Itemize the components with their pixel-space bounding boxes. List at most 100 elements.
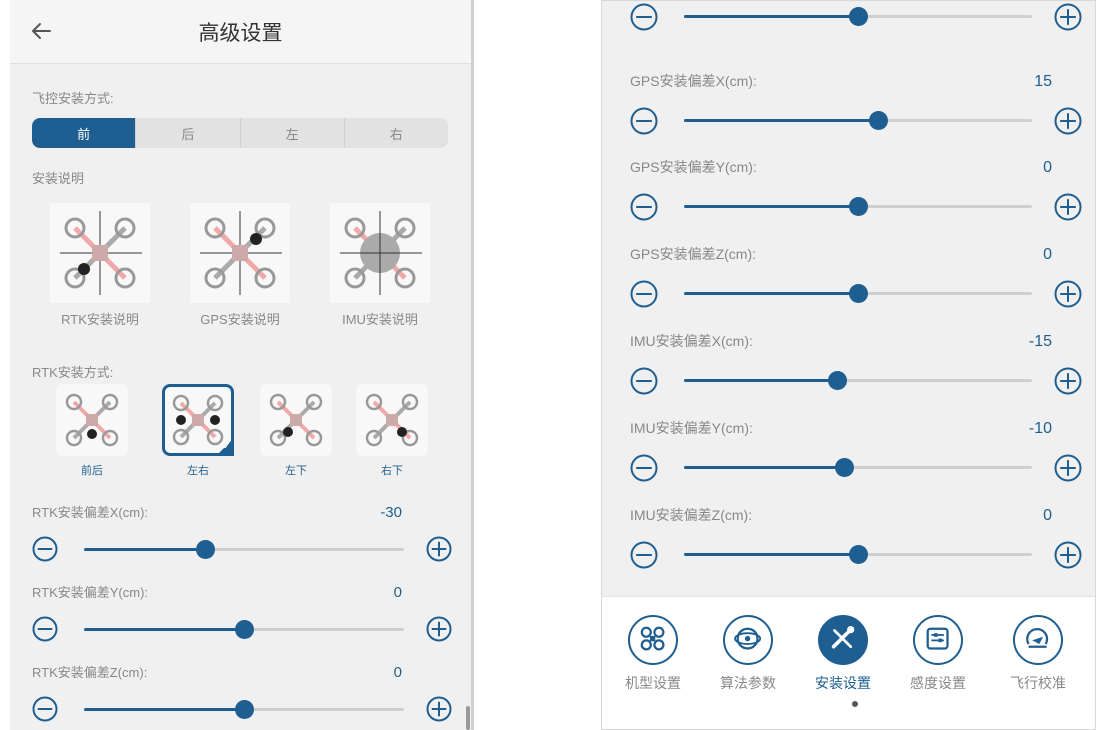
calibration-icon <box>1013 615 1063 665</box>
fc-mount-segmented-control: 前 后 左 右 <box>32 118 448 148</box>
imu-offset-x-label: IMU安装偏差X(cm): <box>630 333 753 349</box>
gps-offset-x-control <box>630 105 1082 135</box>
minus-button[interactable] <box>630 193 658 221</box>
tab-flight-calibration[interactable]: 飞行校准 <box>993 615 1083 693</box>
slider-thumb[interactable] <box>827 371 847 390</box>
rtk-offset-y-value: 0 <box>393 584 402 601</box>
imu-offset-x-slider: IMU安装偏差X(cm): -15 <box>630 331 1082 417</box>
slider-thumb[interactable] <box>234 700 254 719</box>
plus-button[interactable] <box>1054 367 1082 395</box>
rtk-offset-y-label: RTK安装偏差Y(cm): <box>32 585 149 600</box>
minus-button[interactable] <box>32 616 58 642</box>
checkmark-icon: ✓ <box>222 441 231 452</box>
plus-button[interactable] <box>1054 541 1082 569</box>
slider-thumb[interactable] <box>848 284 868 303</box>
gps-offset-x-slider: GPS安装偏差X(cm): 15 <box>630 71 1082 157</box>
fc-mount-label: 飞控安装方式: <box>32 91 114 106</box>
imu-offset-x-value: -15 <box>1028 333 1052 350</box>
minus-button[interactable] <box>630 367 658 395</box>
plus-button[interactable] <box>1054 107 1082 135</box>
tab-airframe-settings[interactable]: 机型设置 <box>608 615 698 693</box>
minus-button[interactable] <box>32 536 58 562</box>
rtk-offset-z-control <box>32 694 452 724</box>
slider-fill <box>684 119 879 122</box>
slider-fill <box>684 379 838 382</box>
plus-button[interactable] <box>1054 454 1082 482</box>
guide-label: 安装说明 <box>32 171 85 186</box>
gps-guide-image <box>190 203 290 303</box>
plus-button[interactable] <box>426 536 452 562</box>
rtk-mount-lower-right[interactable]: 右下 <box>356 384 428 478</box>
imu-offset-z-control <box>630 539 1082 569</box>
gps-offset-x-label: GPS安装偏差X(cm): <box>630 73 757 89</box>
fc-mount-option-back[interactable]: 后 <box>136 118 241 148</box>
minus-button[interactable] <box>630 3 658 31</box>
rtk-guide-card[interactable]: RTK安装说明 <box>50 203 150 328</box>
imu-guide-card[interactable]: IMU安装说明 <box>330 203 430 328</box>
rtk-offset-x-label: RTK安装偏差X(cm): <box>32 505 149 520</box>
rtk-offset-y-slider: RTK安装偏差Y(cm): 0 <box>32 582 452 662</box>
rtk-mount-left-right[interactable]: ✓ 左右 <box>162 384 234 478</box>
plus-button[interactable] <box>1054 193 1082 221</box>
rtk-mount-lower-left-image <box>260 384 332 456</box>
minus-button[interactable] <box>32 696 58 722</box>
slider-fill <box>684 466 845 469</box>
plus-button[interactable] <box>1054 3 1082 31</box>
tab-algorithm-label: 算法参数 <box>720 675 776 691</box>
header-bar: 高级设置 <box>10 0 471 64</box>
slider-fill <box>84 548 206 551</box>
rtk-offset-x-value: -30 <box>380 504 402 521</box>
gps-offset-y-control <box>630 191 1082 221</box>
plus-button[interactable] <box>426 616 452 642</box>
slider-thumb[interactable] <box>848 7 868 26</box>
slider-thumb[interactable] <box>834 458 854 477</box>
gps-offset-y-label: GPS安装偏差Y(cm): <box>630 159 757 175</box>
slider-thumb[interactable] <box>848 197 868 216</box>
slider-fill <box>84 628 244 631</box>
imu-offset-y-value: -10 <box>1028 420 1052 437</box>
rtk-offset-z-value: 0 <box>393 664 402 681</box>
minus-button[interactable] <box>630 541 658 569</box>
rtk-mount-front-back-caption: 前后 <box>81 465 103 477</box>
imu-guide-caption: IMU安装说明 <box>342 312 418 327</box>
fc-mount-option-left[interactable]: 左 <box>241 118 345 148</box>
slider-thumb[interactable] <box>848 545 868 564</box>
slider-fill <box>684 15 858 18</box>
imu-offset-z-value: 0 <box>1043 507 1052 524</box>
gps-guide-card[interactable]: GPS安装说明 <box>190 203 290 328</box>
bottom-tab-bar: 机型设置 算法参数 安装设置 感度设置 飞行校准 <box>602 596 1095 729</box>
slider-fill <box>684 205 858 208</box>
fc-mount-option-right[interactable]: 右 <box>345 118 448 148</box>
tab-install-settings[interactable]: 安装设置 <box>798 615 888 693</box>
minus-button[interactable] <box>630 107 658 135</box>
plus-button[interactable] <box>1054 280 1082 308</box>
rtk-guide-image <box>50 203 150 303</box>
imu-offset-z-label: IMU安装偏差Z(cm): <box>630 507 753 523</box>
slider-thumb[interactable] <box>196 540 216 559</box>
rtk-offset-x-control <box>32 534 452 564</box>
gps-offset-z-slider: GPS安装偏差Z(cm): 0 <box>630 244 1082 330</box>
minus-button[interactable] <box>630 454 658 482</box>
drone-frame-icon <box>628 615 678 665</box>
gps-offset-y-slider: GPS安装偏差Y(cm): 0 <box>630 157 1082 243</box>
install-settings-screen: GPS安装偏差X(cm): 15 GPS安装偏差Y(cm): 0 GPS安装偏差… <box>601 0 1096 730</box>
slider-thumb[interactable] <box>234 620 254 639</box>
gps-guide-caption: GPS安装说明 <box>200 312 280 327</box>
plus-button[interactable] <box>426 696 452 722</box>
rtk-mount-left-right-caption: 左右 <box>187 465 209 477</box>
tab-algorithm-params[interactable]: 算法参数 <box>703 615 793 693</box>
tab-sensitivity-settings[interactable]: 感度设置 <box>893 615 983 693</box>
slider-thumb[interactable] <box>869 111 889 130</box>
scrollbar[interactable] <box>466 706 470 730</box>
gps-offset-z-value: 0 <box>1043 246 1052 263</box>
gps-offset-z-control <box>630 278 1082 308</box>
rtk-mount-lower-right-caption: 右下 <box>381 465 403 477</box>
imu-offset-y-slider: IMU安装偏差Y(cm): -10 <box>630 418 1082 504</box>
rtk-offset-x-slider: RTK安装偏差X(cm): -30 <box>32 502 452 582</box>
rtk-mount-lower-left[interactable]: 左下 <box>260 384 332 478</box>
gps-offset-y-value: 0 <box>1043 159 1052 176</box>
fc-mount-option-front[interactable]: 前 <box>32 118 137 148</box>
tab-airframe-label: 机型设置 <box>625 675 681 691</box>
minus-button[interactable] <box>630 280 658 308</box>
rtk-mount-front-back[interactable]: 前后 <box>56 384 128 478</box>
